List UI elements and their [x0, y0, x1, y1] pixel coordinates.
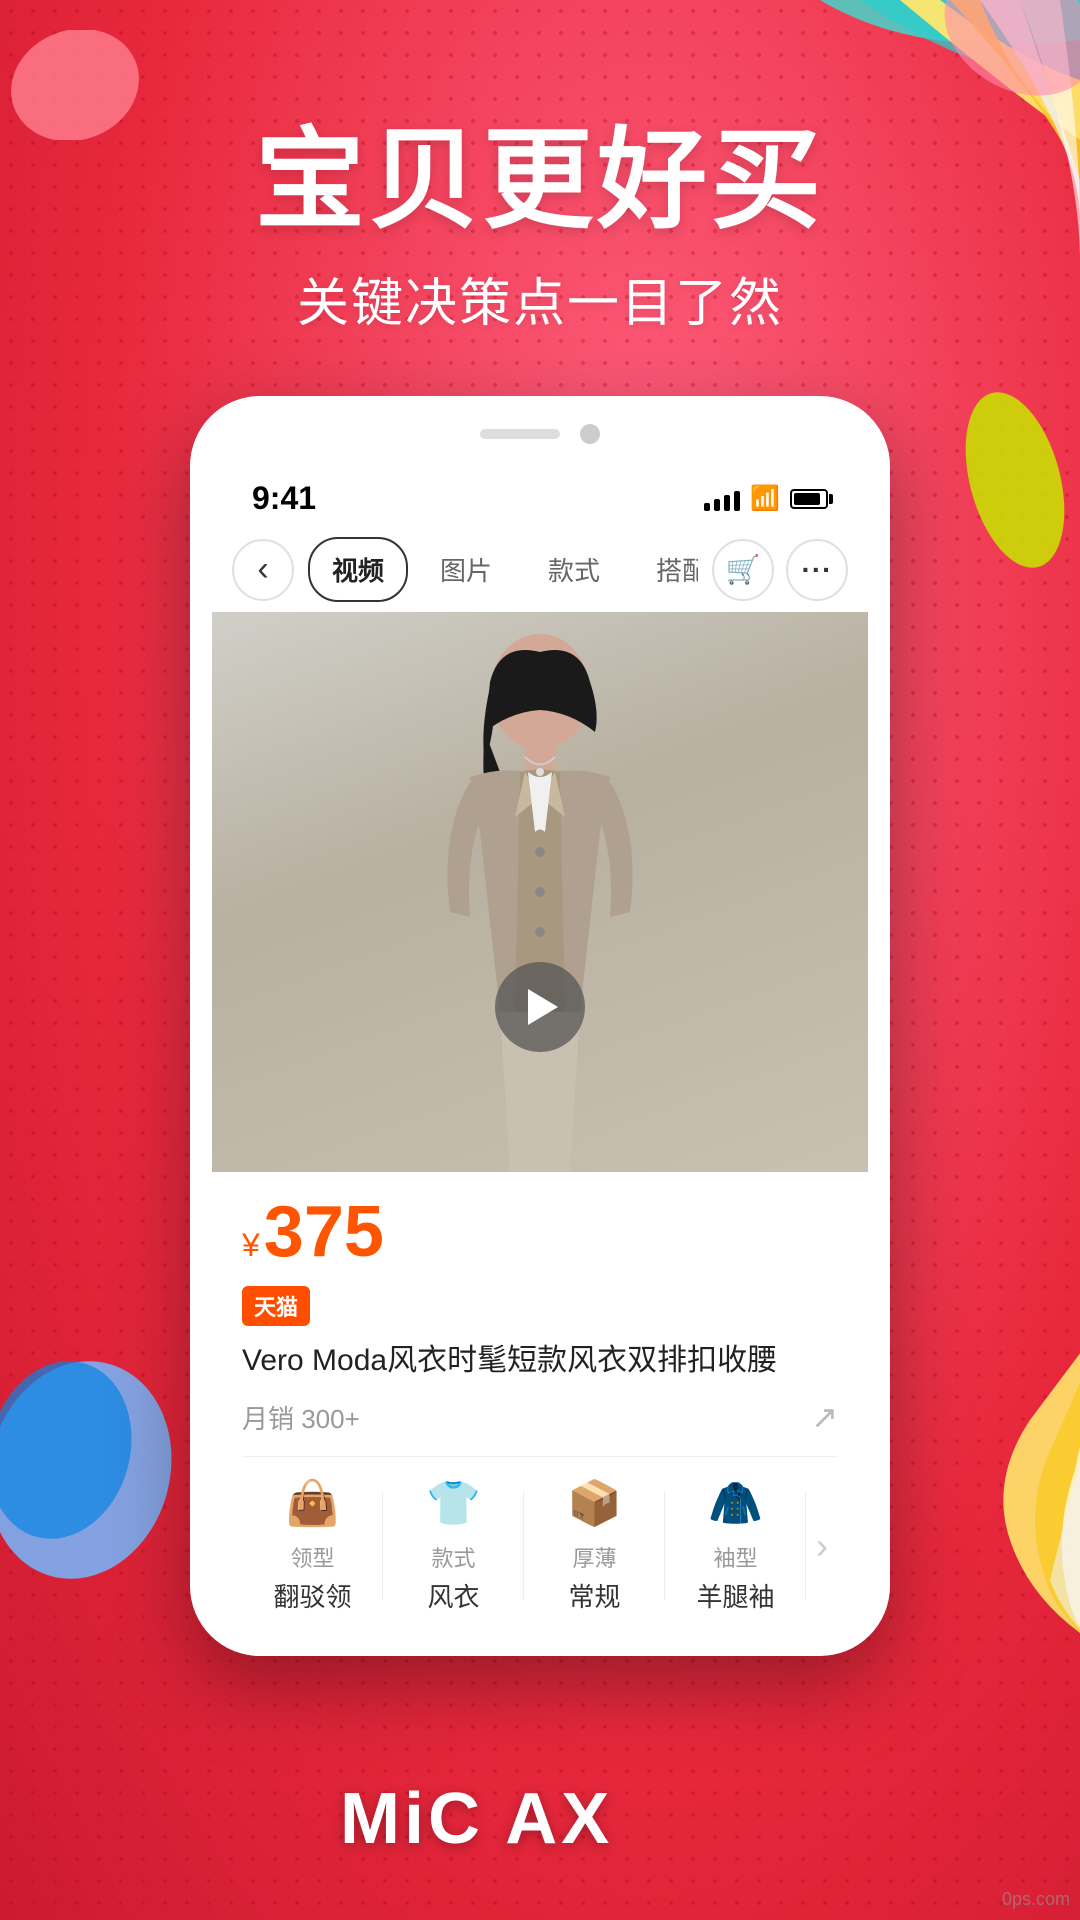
phone-mockup: 9:41 📶	[190, 396, 890, 1656]
phone-outer: 9:41 📶	[190, 396, 890, 1656]
product-title: Vero Moda风衣时髦短款风衣双排扣收腰	[242, 1340, 777, 1382]
sales-row: 月销 300+ ↗	[242, 1398, 838, 1436]
nav-right-buttons: 🛒 ···	[712, 539, 848, 601]
cart-icon: 🛒	[726, 553, 761, 586]
sleeve-icon: 🧥	[708, 1477, 763, 1529]
feature-arrow[interactable]: ›	[806, 1525, 838, 1567]
tab-video[interactable]: 视频	[308, 537, 408, 602]
status-icons: 📶	[704, 484, 828, 513]
signal-icon	[704, 487, 740, 511]
play-icon	[528, 989, 558, 1025]
arrow-right-icon: ›	[816, 1525, 828, 1567]
battery-icon	[790, 489, 828, 509]
more-button[interactable]: ···	[786, 539, 848, 601]
phone-top-bar	[212, 424, 868, 444]
product-image[interactable]	[212, 612, 868, 1172]
phone-screen: 9:41 📶	[212, 462, 868, 1634]
hero-section: 宝贝更好买 关键决策点一目了然	[255, 120, 825, 336]
tab-photo[interactable]: 图片	[416, 537, 516, 602]
thickness-label: 厚薄	[572, 1541, 616, 1573]
blob-bottomright	[870, 1340, 1080, 1640]
tmall-badge: 天猫	[242, 1286, 310, 1326]
phone-speaker	[480, 429, 560, 439]
mic-ax-badge: MiC AX	[340, 1778, 613, 1860]
tab-scroll-area: 视频 图片 款式 搭配 尺码	[308, 537, 698, 602]
collar-label: 领型	[290, 1541, 334, 1573]
collar-icon: 👜	[285, 1477, 340, 1529]
cart-button[interactable]: 🛒	[712, 539, 774, 601]
back-button[interactable]: ‹	[232, 539, 294, 601]
price-value: 375	[264, 1196, 384, 1268]
sleeve-value: 羊腿袖	[696, 1577, 774, 1614]
play-button[interactable]	[495, 962, 585, 1052]
model-figure	[212, 612, 868, 1172]
hero-title: 宝贝更好买	[255, 120, 825, 241]
phone-camera	[580, 424, 600, 444]
mic-ax-text: MiC AX	[340, 1779, 613, 1859]
share-button[interactable]: ↗	[811, 1398, 838, 1436]
tab-style[interactable]: 款式	[524, 537, 624, 602]
feature-collar[interactable]: 👜 领型 翻驳领	[242, 1477, 383, 1614]
style-label: 款式	[431, 1541, 475, 1573]
style-icon: 👕	[426, 1477, 481, 1529]
product-info: ¥ 375 天猫 Vero Moda风衣时髦短款风衣双排扣收腰 月销 300+ …	[212, 1172, 868, 1634]
watermark: 0ps.com	[1002, 1889, 1070, 1910]
feature-tags: 👜 领型 翻驳领 👕 款式 风衣 📦 厚薄 常规	[242, 1456, 838, 1614]
price-symbol: ¥	[242, 1227, 260, 1264]
thickness-icon: 📦	[567, 1477, 622, 1529]
product-title-row: 天猫 Vero Moda风衣时髦短款风衣双排扣收腰	[242, 1286, 838, 1382]
wifi-icon: 📶	[750, 484, 780, 513]
blob-bottomleft	[0, 1350, 180, 1590]
more-icon: ···	[802, 554, 833, 586]
style-value: 风衣	[427, 1577, 479, 1614]
blob-topleft	[10, 30, 140, 140]
nav-tabs: ‹ 视频 图片 款式 搭配 尺码 🛒 ···	[212, 527, 868, 612]
status-time: 9:41	[252, 480, 316, 517]
thickness-value: 常规	[568, 1577, 620, 1614]
status-bar: 9:41 📶	[212, 462, 868, 527]
sales-text: 月销 300+	[242, 1399, 360, 1436]
hero-subtitle: 关键决策点一目了然	[255, 261, 825, 336]
feature-sleeve[interactable]: 🧥 袖型 羊腿袖	[665, 1477, 806, 1614]
blob-rightmid	[960, 380, 1070, 580]
price-row: ¥ 375	[242, 1196, 838, 1268]
feature-thickness[interactable]: 📦 厚薄 常规	[524, 1477, 665, 1614]
back-icon: ‹	[257, 550, 268, 589]
collar-value: 翻驳领	[273, 1577, 351, 1614]
feature-style[interactable]: 👕 款式 风衣	[383, 1477, 524, 1614]
model-photo	[212, 612, 868, 1172]
sleeve-label: 袖型	[713, 1541, 757, 1573]
tab-match[interactable]: 搭配	[632, 537, 698, 602]
